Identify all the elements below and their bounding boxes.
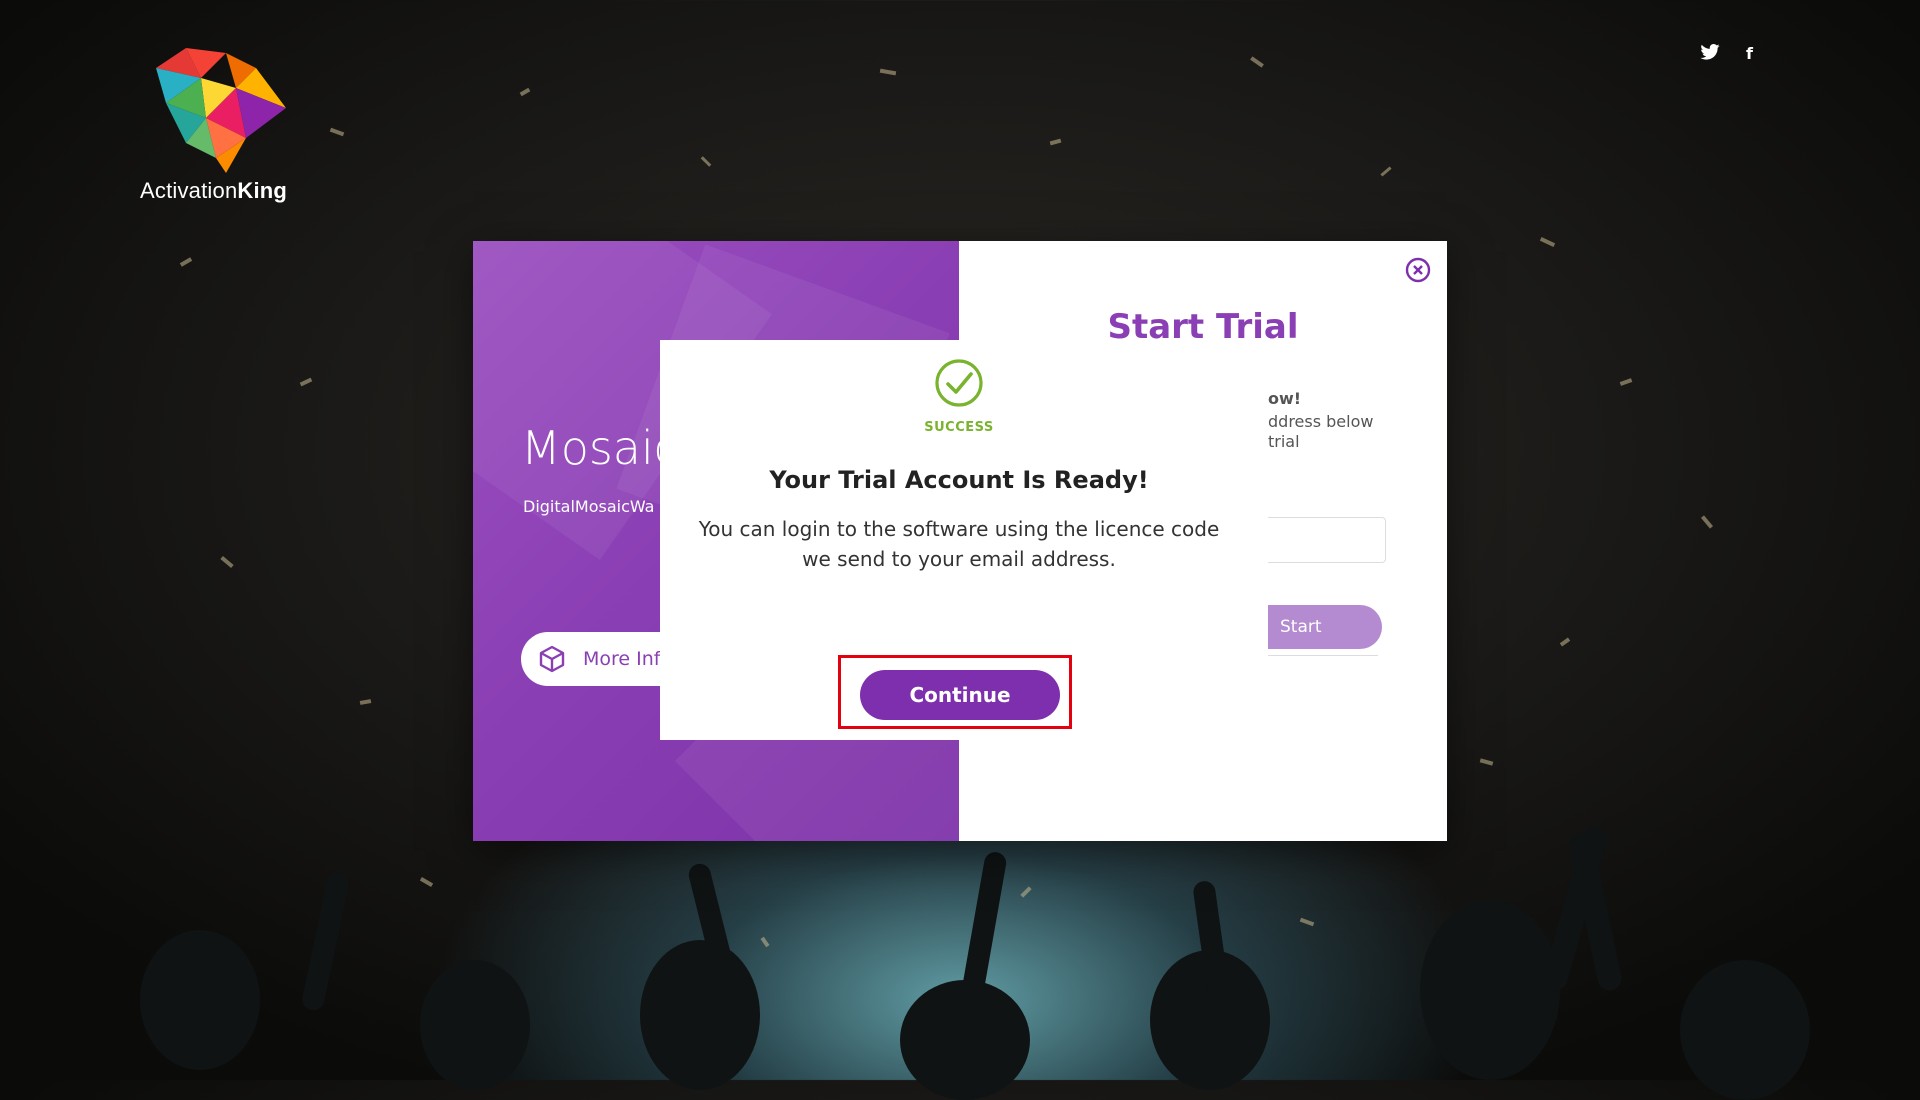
logo-wordmark: ActivationKing (140, 178, 288, 203)
dialog-title: Your Trial Account Is Ready! (769, 466, 1149, 494)
lion-logo-icon (156, 48, 286, 173)
continue-button-label: Continue (909, 683, 1011, 707)
product-title: Mosaic (521, 421, 680, 475)
cube-icon (539, 645, 565, 673)
twitter-icon[interactable] (1700, 44, 1720, 64)
more-info-label: More Inf (583, 648, 661, 670)
close-icon[interactable] (1405, 257, 1431, 283)
trial-instruction-text-2: trial (1268, 432, 1300, 451)
dialog-message: You can login to the software using the … (698, 517, 1220, 571)
success-dialog: SUCCESS Your Trial Account Is Ready! You… (660, 340, 1258, 740)
success-label: SUCCESS (924, 420, 994, 435)
trial-instruction-text: ddress below (1268, 412, 1374, 431)
continue-button[interactable]: Continue (860, 670, 1060, 720)
checkmark-circle-icon (935, 359, 983, 407)
activation-king-logo[interactable]: ActivationKing (140, 48, 300, 204)
trial-intro-text: ow! (1268, 389, 1302, 408)
divider (1268, 655, 1378, 656)
product-url: DigitalMosaicWa (523, 497, 655, 516)
email-field[interactable] (1268, 517, 1386, 563)
start-button-label: Start (1280, 617, 1322, 637)
facebook-icon[interactable]: f (1746, 44, 1753, 64)
start-button[interactable]: Start (1268, 605, 1382, 649)
social-links: f (1700, 44, 1753, 64)
